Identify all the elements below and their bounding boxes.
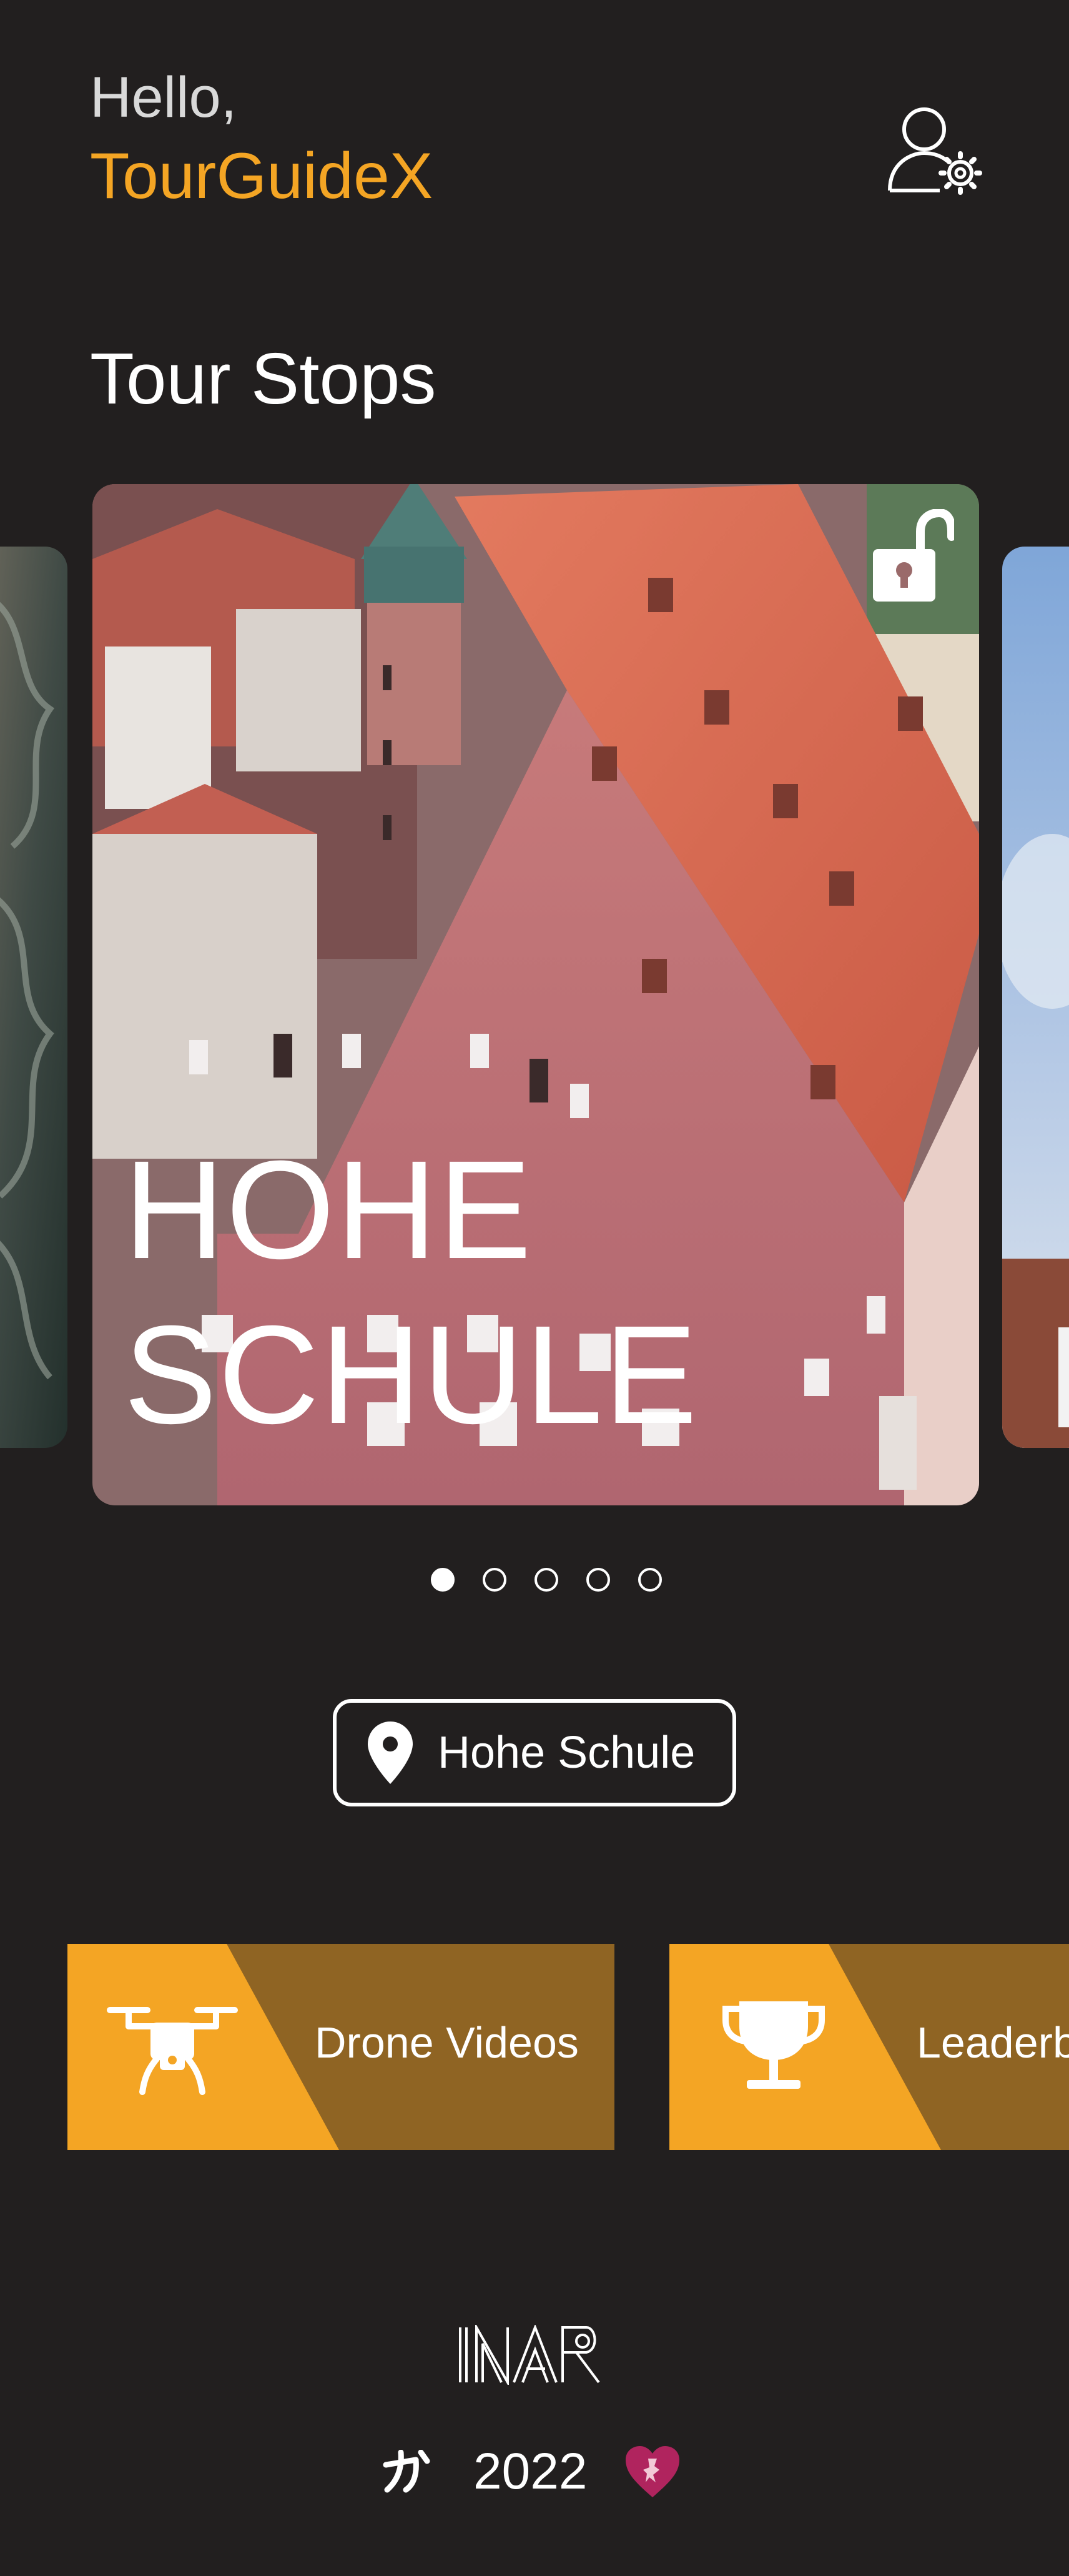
footer-year: 2022 xyxy=(473,2443,588,2500)
pagination-dot-5[interactable] xyxy=(638,1568,662,1592)
unlocked-padlock-icon xyxy=(873,509,954,602)
drone-videos-label: Drone Videos xyxy=(315,2018,579,2067)
tour-card-previous[interactable] xyxy=(0,547,67,1448)
leaderboard-label: Leaderboard xyxy=(917,2018,1069,2067)
user-settings-button[interactable] xyxy=(887,103,987,197)
trophy-icon xyxy=(722,2001,825,2089)
location-button-label: Hohe Schule xyxy=(438,1728,696,1778)
pagination-dot-4[interactable] xyxy=(586,1568,610,1592)
heart-crest-icon xyxy=(626,2446,679,2497)
pagination-dot-3[interactable] xyxy=(534,1568,558,1592)
section-title: Tour Stops xyxy=(90,338,436,419)
tour-card-hohe-schule[interactable]: HOHE SCHULE xyxy=(92,484,979,1505)
partner-logo-icon xyxy=(383,2450,430,2493)
tour-card-next[interactable] xyxy=(1002,547,1069,1448)
pagination-dot-1[interactable] xyxy=(431,1568,455,1592)
sky-image xyxy=(1002,547,1069,1448)
sculpture-image xyxy=(0,547,67,1448)
location-button[interactable]: Hohe Schule xyxy=(333,1699,736,1806)
greeting-username: TourGuideX xyxy=(90,140,433,212)
greeting-hello: Hello, xyxy=(90,66,237,129)
tour-card-title: HOHE SCHULE xyxy=(124,1127,699,1458)
carousel-pagination xyxy=(431,1568,662,1593)
map-pin-icon xyxy=(368,1721,413,1784)
inar-logo xyxy=(459,2325,600,2385)
tour-card-title-line1: HOHE xyxy=(124,1132,533,1288)
tour-card-title-line2: SCHULE xyxy=(124,1297,699,1454)
footer-credits: 2022 xyxy=(381,2436,693,2505)
drone-videos-tile[interactable]: Drone Videos xyxy=(67,1944,614,2150)
user-settings-icon xyxy=(888,107,982,195)
drone-icon xyxy=(107,2007,238,2095)
leaderboard-tile[interactable]: Leaderboard xyxy=(669,1944,1069,2150)
pagination-dot-2[interactable] xyxy=(483,1568,506,1592)
